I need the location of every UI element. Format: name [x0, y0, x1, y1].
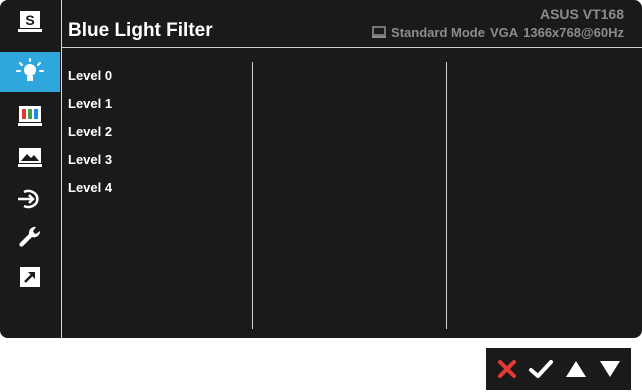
- level-option-3[interactable]: Level 3: [68, 152, 112, 180]
- sidebar-item-image[interactable]: [8, 142, 52, 172]
- up-icon: [565, 361, 586, 377]
- check-icon: [529, 360, 554, 378]
- down-icon: [599, 361, 620, 377]
- status-bar: Standard Mode VGA 1366x768@60Hz: [372, 25, 624, 40]
- column-divider-1: [252, 62, 253, 329]
- mode-text: Standard Mode: [391, 25, 485, 40]
- input-select-icon: [18, 189, 39, 209]
- sidebar-item-system-setup[interactable]: [8, 223, 52, 253]
- column-divider-2: [446, 62, 447, 329]
- close-button[interactable]: [492, 354, 522, 384]
- level-option-2[interactable]: Level 2: [68, 124, 112, 152]
- navigation-keys: [486, 348, 631, 390]
- sidebar-item-splendid[interactable]: S: [8, 6, 52, 36]
- osd-panel: S Blue Light Filter ASUS VT168 Standard …: [0, 0, 642, 338]
- sidebar-item-shortcut[interactable]: [8, 262, 52, 292]
- model-name: ASUS VT168: [539, 6, 624, 22]
- sidebar-item-input-select[interactable]: [8, 184, 52, 214]
- splendid-icon: S: [18, 11, 42, 32]
- resolution-text: 1366x768@60Hz: [523, 25, 624, 40]
- level-option-4[interactable]: Level 4: [68, 180, 112, 208]
- close-icon: [498, 360, 517, 378]
- down-button[interactable]: [595, 354, 625, 384]
- blue-light-icon: [16, 58, 44, 81]
- header-divider: [61, 47, 642, 48]
- input-text: VGA: [489, 25, 519, 40]
- sidebar: S: [0, 0, 60, 338]
- level-list: Level 0 Level 1 Level 2 Level 3 Level 4: [68, 68, 112, 208]
- level-option-0[interactable]: Level 0: [68, 68, 112, 96]
- image-icon: [18, 148, 42, 167]
- level-option-1[interactable]: Level 1: [68, 96, 112, 124]
- splendid-label: S: [25, 12, 34, 28]
- sidebar-item-blue-light[interactable]: [0, 52, 60, 92]
- sidebar-item-color[interactable]: [8, 101, 52, 131]
- shortcut-icon: [20, 267, 40, 287]
- page-title: Blue Light Filter: [68, 20, 213, 41]
- system-setup-icon: [19, 226, 41, 247]
- confirm-button[interactable]: [526, 354, 556, 384]
- up-button[interactable]: [561, 354, 591, 384]
- sidebar-divider: [61, 0, 62, 338]
- color-icon: [18, 106, 42, 126]
- monitor-icon: [372, 26, 387, 38]
